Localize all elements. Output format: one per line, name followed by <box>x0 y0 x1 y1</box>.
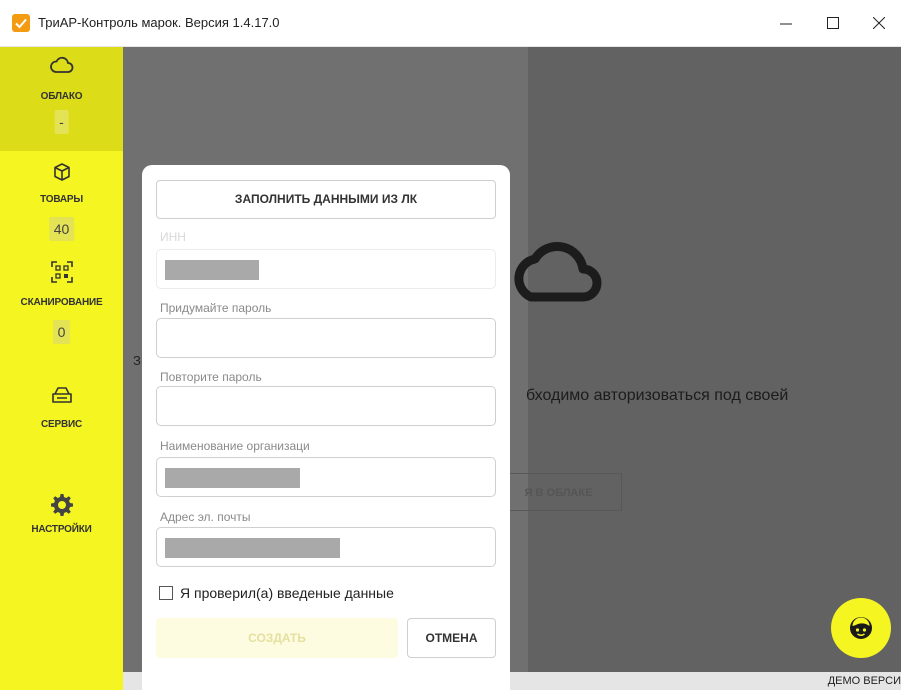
cancel-button[interactable]: ОТМЕНА <box>407 618 496 658</box>
fill-from-account-button[interactable]: ЗАПОЛНИТЬ ДАННЫМИ ИЗ ЛК <box>156 180 496 219</box>
organization-label: Наименование организаци <box>160 439 310 453</box>
email-label: Адрес эл. почты <box>160 510 251 524</box>
sidebar-item-service[interactable]: СЕРВИС <box>0 355 123 455</box>
confirm-checkbox-label[interactable]: Я проверил(а) введеные данные <box>180 585 394 601</box>
password-confirm-field[interactable] <box>156 386 496 426</box>
cloud-login-button[interactable]: Я В ОБЛАКЕ <box>495 473 622 511</box>
password-field[interactable] <box>156 318 496 358</box>
redacted-value <box>165 538 340 558</box>
box-icon <box>53 163 70 181</box>
inn-field[interactable] <box>156 249 496 289</box>
sidebar-item-label: СКАНИРОВАНИЕ <box>20 297 103 308</box>
window-title: ТриАР-Контроль марок. Версия 1.4.17.0 <box>38 15 280 30</box>
sidebar-item-products[interactable]: ТОВАРЫ 40 <box>0 151 123 251</box>
auth-message: бходимо авторизоваться под своей <box>526 387 789 404</box>
create-button[interactable]: СОЗДАТЬ <box>156 618 398 658</box>
email-field[interactable] <box>156 527 496 567</box>
close-button[interactable] <box>856 0 901 47</box>
title-bar: ТриАР-Контроль марок. Версия 1.4.17.0 <box>0 0 901 47</box>
sidebar-item-label: ОБЛАКО <box>40 91 83 102</box>
background-text-fragment: З <box>133 353 141 368</box>
demo-version-label: ДЕМО ВЕРСИ <box>827 675 901 687</box>
app-logo-icon <box>12 14 30 32</box>
password-confirm-label: Повторите пароль <box>160 370 262 384</box>
sidebar-item-cloud[interactable]: ОБЛАКО - <box>0 47 123 151</box>
status-badge: 40 <box>48 217 75 241</box>
sidebar-item-scanning[interactable]: СКАНИРОВАНИЕ 0 <box>0 251 123 355</box>
qr-scan-icon <box>50 261 73 283</box>
cloud-illustration-icon <box>514 242 602 302</box>
password-label: Придумайте пароль <box>160 301 272 315</box>
service-icon <box>51 387 72 403</box>
support-button[interactable] <box>831 598 891 658</box>
maximize-button[interactable] <box>810 0 856 47</box>
sidebar: ОБЛАКО - ТОВАРЫ 40 СКАНИРОВАНИЕ 0 СЕРВИС… <box>0 47 123 690</box>
redacted-value <box>165 260 259 280</box>
status-badge: - <box>54 110 69 134</box>
support-agent-icon <box>850 617 872 639</box>
sidebar-item-label: ТОВАРЫ <box>40 194 83 205</box>
minimize-button[interactable] <box>763 0 809 47</box>
confirm-checkbox[interactable] <box>159 586 173 600</box>
registration-dialog: ЗАПОЛНИТЬ ДАННЫМИ ИЗ ЛК ИНН Придумайте п… <box>142 165 510 690</box>
cloud-icon <box>49 56 73 73</box>
status-badge: 0 <box>52 320 71 344</box>
sidebar-item-settings[interactable]: НАСТРОЙКИ <box>0 477 123 577</box>
inn-label: ИНН <box>160 230 186 244</box>
organization-field[interactable] <box>156 457 496 497</box>
sidebar-item-label: СЕРВИС <box>41 419 82 430</box>
sidebar-item-label: НАСТРОЙКИ <box>31 524 92 535</box>
gear-icon <box>50 494 73 516</box>
redacted-value <box>165 468 300 488</box>
